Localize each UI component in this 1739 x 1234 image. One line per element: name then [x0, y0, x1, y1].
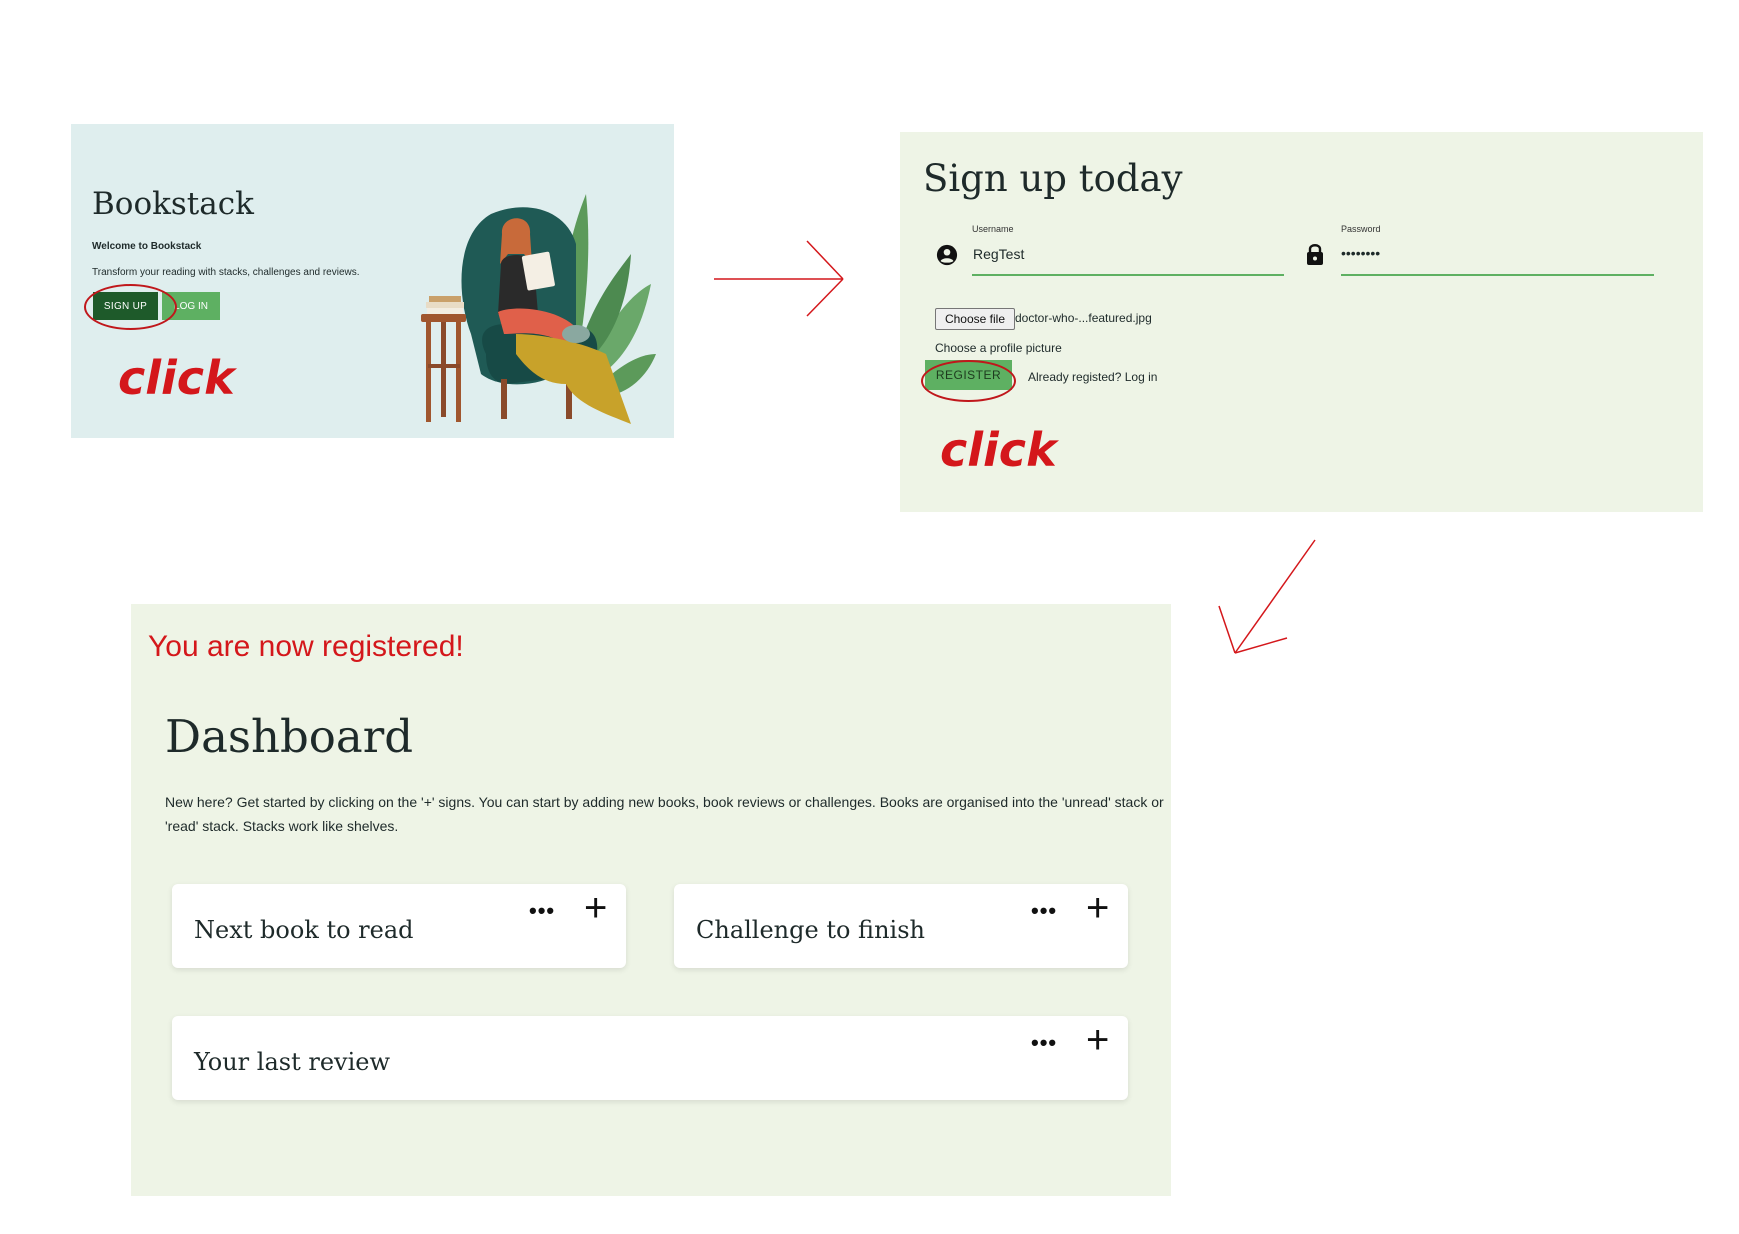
username-input[interactable]: RegTest	[973, 246, 1024, 262]
sign-up-button[interactable]: SIGN UP	[93, 292, 158, 320]
last-review-card: Your last review ••• +	[172, 1016, 1128, 1100]
add-icon[interactable]: +	[1086, 1020, 1109, 1060]
lock-icon	[1307, 244, 1323, 265]
click-annotation: click	[118, 351, 235, 405]
click-annotation: click	[940, 423, 1057, 477]
card-title: Challenge to finish	[696, 916, 925, 944]
account-circle-icon	[936, 244, 958, 266]
dashboard-screen: You are now registered! Dashboard New he…	[131, 604, 1171, 1196]
arrow-down-left-icon	[1218, 539, 1316, 654]
more-options-icon[interactable]: •••	[1031, 1030, 1057, 1056]
registered-message: You are now registered!	[148, 630, 464, 663]
password-input[interactable]: ••••••••	[1341, 245, 1380, 261]
selected-file-name: doctor-who-...featured.jpg	[1015, 311, 1152, 325]
card-title: Next book to read	[194, 916, 414, 944]
landing-screen: Bookstack Welcome to Bookstack Transform…	[71, 124, 674, 438]
username-underline	[972, 274, 1284, 276]
arrow-right-icon	[714, 240, 844, 317]
profile-picture-label: Choose a profile picture	[935, 341, 1062, 355]
app-title: Bookstack	[92, 186, 254, 222]
dashboard-title: Dashboard	[165, 710, 414, 763]
card-title: Your last review	[194, 1048, 390, 1076]
tagline-text: Transform your reading with stacks, chal…	[92, 267, 360, 278]
welcome-text: Welcome to Bookstack	[92, 241, 202, 252]
register-button[interactable]: REGISTER	[925, 360, 1012, 390]
signup-heading: Sign up today	[923, 157, 1183, 200]
dashboard-intro: New here? Get started by clicking on the…	[165, 794, 1164, 834]
login-link[interactable]: Already registed? Log in	[1028, 370, 1157, 384]
more-options-icon[interactable]: •••	[529, 898, 555, 924]
log-in-button[interactable]: LOG IN	[162, 292, 220, 320]
signup-screen: Sign up today Username RegTest Password …	[900, 132, 1703, 512]
next-book-card: Next book to read ••• +	[172, 884, 626, 968]
add-icon[interactable]: +	[1086, 888, 1109, 928]
choose-file-button[interactable]: Choose file	[935, 308, 1015, 330]
more-options-icon[interactable]: •••	[1031, 898, 1057, 924]
username-label: Username	[972, 224, 1014, 234]
challenge-card: Challenge to finish ••• +	[674, 884, 1128, 968]
password-label: Password	[1341, 224, 1381, 234]
add-icon[interactable]: +	[584, 888, 607, 928]
reader-illustration	[421, 194, 656, 424]
password-underline	[1341, 274, 1654, 276]
